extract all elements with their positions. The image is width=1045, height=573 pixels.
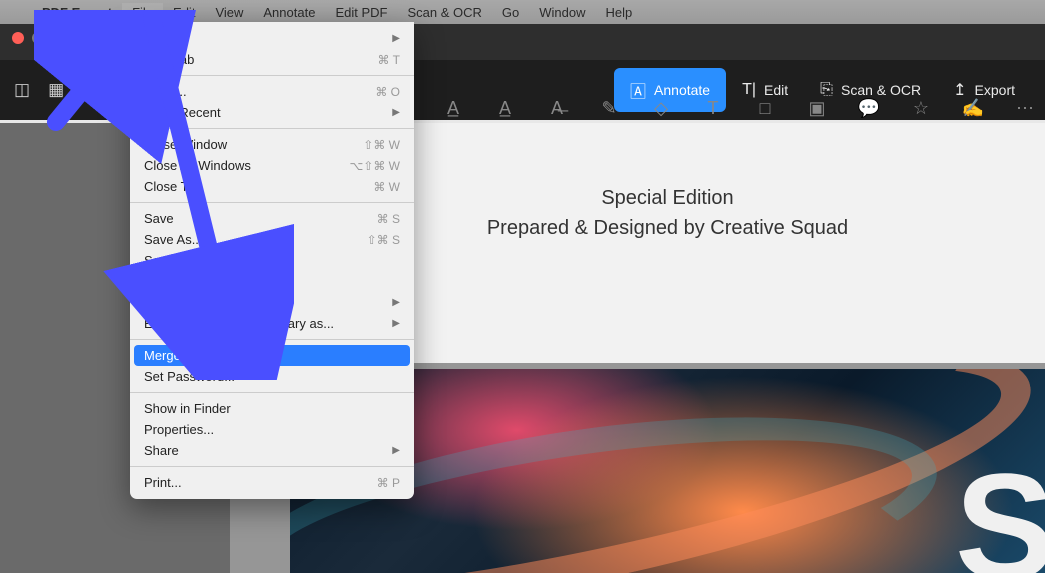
highlight-tool-icon[interactable]: A̲ <box>440 98 466 119</box>
chevron-right-icon: ▶ <box>392 318 400 329</box>
menu-file[interactable]: File <box>122 3 163 22</box>
menu-print[interactable]: Print...⌘ P <box>130 472 414 493</box>
note-tool-icon[interactable]: 💬 <box>856 98 882 119</box>
menu-edit[interactable]: Edit <box>163 3 205 22</box>
menu-go[interactable]: Go <box>492 3 529 22</box>
image-tool-icon[interactable]: ▣ <box>804 98 830 119</box>
menu-scan-ocr[interactable]: Scan & OCR <box>397 3 491 22</box>
file-menu-dropdown: New▶ New Tab⌘ T Open...⌘ O Open Recent▶ … <box>130 22 414 499</box>
menu-separator <box>130 466 414 467</box>
chevron-right-icon: ▶ <box>392 297 400 308</box>
menu-separator <box>130 339 414 340</box>
menu-separator <box>130 128 414 129</box>
menu-save-flatten[interactable]: Save as Flatten... <box>130 250 414 271</box>
menu-edit-pdf[interactable]: Edit PDF <box>325 3 397 22</box>
menu-export-annotation[interactable]: Export Annotation Summary as...▶ <box>130 313 414 334</box>
more-tools-icon[interactable]: ⋯ <box>1012 98 1038 119</box>
minimize-window-icon[interactable] <box>32 32 44 44</box>
annotation-tools: A̲ A̲ A̶ ✎ ◇ T □ ▣ 💬 ☆ ✍ ⋯ <box>440 98 1025 119</box>
menu-save-as[interactable]: Save As...⇧⌘ S <box>130 229 414 250</box>
menu-window[interactable]: Window <box>529 3 595 22</box>
menu-merge-files[interactable]: Merge Files... <box>134 345 410 366</box>
close-window-icon[interactable] <box>12 32 24 44</box>
menu-set-password[interactable]: Set Password... <box>130 366 414 387</box>
export-icon: ↥ <box>953 80 966 100</box>
search-icon[interactable]: 🔍 <box>82 80 103 100</box>
menu-app[interactable]: PDF Expert <box>32 3 122 22</box>
menu-annotate[interactable]: Annotate <box>253 3 325 22</box>
sidebar-toggle-icon[interactable]: ◫ <box>14 80 30 100</box>
strikeout-tool-icon[interactable]: A̶ <box>544 98 570 119</box>
edit-icon: T| <box>742 81 756 99</box>
menu-share[interactable]: Share▶ <box>130 440 414 461</box>
cover-letter: S <box>955 440 1045 573</box>
document-tab[interactable]: * ... <box>74 28 112 54</box>
menu-help[interactable]: Help <box>595 3 642 22</box>
menu-close-all-windows[interactable]: Close All Windows⌥⇧⌘ W <box>130 155 414 176</box>
menu-separator <box>130 202 414 203</box>
menu-properties[interactable]: Properties... <box>130 419 414 440</box>
menu-reduce-size[interactable]: Reduce File Size... <box>130 271 414 292</box>
thumbnails-icon[interactable]: ▦ <box>48 80 64 100</box>
menu-save[interactable]: Save⌘ S <box>130 208 414 229</box>
menu-new-tab[interactable]: New Tab⌘ T <box>130 49 414 70</box>
macos-menubar: PDF Expert File Edit View Annotate Edit … <box>0 0 1045 24</box>
menu-separator <box>130 392 414 393</box>
scan-icon: ⎘ <box>820 81 833 99</box>
zoom-window-icon[interactable] <box>52 32 64 44</box>
chevron-right-icon: ▶ <box>392 107 400 118</box>
menu-view[interactable]: View <box>205 3 253 22</box>
text-tool-icon[interactable]: T <box>700 98 726 119</box>
menu-export-to[interactable]: Export To▶ <box>130 292 414 313</box>
menu-close-window[interactable]: Close Window⇧⌘ W <box>130 134 414 155</box>
pen-tool-icon[interactable]: ✎ <box>596 98 622 119</box>
menu-open-recent[interactable]: Open Recent▶ <box>130 102 414 123</box>
menu-close-tab[interactable]: Close Tab⌘ W <box>130 176 414 197</box>
menu-open[interactable]: Open...⌘ O <box>130 81 414 102</box>
window-controls <box>12 32 64 44</box>
menu-show-in-finder[interactable]: Show in Finder <box>130 398 414 419</box>
stamp-tool-icon[interactable]: ☆ <box>908 98 934 119</box>
shapes-tool-icon[interactable]: □ <box>752 98 778 119</box>
underline-tool-icon[interactable]: A̲ <box>492 98 518 119</box>
edit-label: Edit <box>764 82 788 98</box>
chevron-right-icon: ▶ <box>392 445 400 456</box>
menu-separator <box>130 75 414 76</box>
menu-new[interactable]: New▶ <box>130 28 414 49</box>
export-label: Export <box>975 82 1015 98</box>
chevron-right-icon: ▶ <box>392 33 400 44</box>
scan-label: Scan & OCR <box>841 82 921 98</box>
annotate-label: Annotate <box>654 82 710 98</box>
eraser-tool-icon[interactable]: ◇ <box>648 98 674 119</box>
signature-tool-icon[interactable]: ✍ <box>960 98 986 119</box>
